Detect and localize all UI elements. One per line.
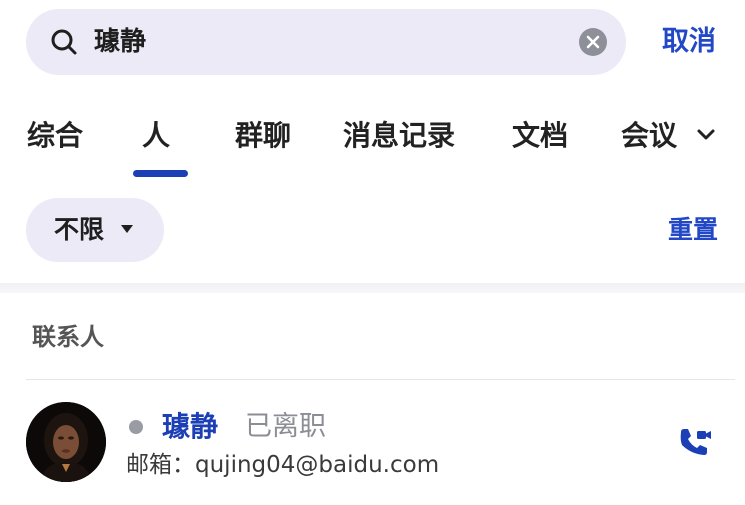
filter-selected-value: 不限 (54, 215, 105, 244)
avatar (26, 402, 106, 482)
presence-indicator (129, 420, 143, 434)
chevron-down-icon[interactable] (695, 124, 717, 146)
section-title: 联系人 (32, 323, 104, 351)
tab-documents[interactable]: 文档 (512, 110, 568, 162)
video-call-icon[interactable] (678, 426, 712, 458)
section-divider (0, 283, 745, 293)
tab-people[interactable]: 人 (142, 110, 170, 162)
search-input[interactable]: 璩静 (94, 9, 146, 75)
tab-group-chats[interactable]: 群聊 (235, 110, 291, 162)
contact-name: 璩静 (162, 410, 219, 443)
contact-email: 邮箱：qujing04@baidu.com (126, 452, 440, 478)
filter-dropdown[interactable]: 不限 (26, 198, 164, 262)
caret-down-icon (121, 225, 133, 233)
clear-icon[interactable] (579, 28, 607, 56)
reset-button[interactable]: 重置 (668, 198, 718, 262)
cancel-button[interactable]: 取消 (662, 9, 716, 75)
active-tab-indicator (133, 170, 188, 177)
tab-meetings[interactable]: 会议 (621, 110, 677, 162)
tab-all[interactable]: 综合 (27, 110, 83, 162)
search-icon (51, 29, 77, 55)
contact-list-item[interactable]: 璩静 已离职 邮箱：qujing04@baidu.com (0, 390, 745, 500)
search-bar[interactable]: 璩静 (26, 9, 626, 75)
employment-status: 已离职 (245, 411, 326, 442)
divider (26, 379, 735, 380)
tab-message-history[interactable]: 消息记录 (343, 110, 455, 162)
category-tabs: 综合 人 群聊 消息记录 文档 会议 (0, 110, 745, 180)
